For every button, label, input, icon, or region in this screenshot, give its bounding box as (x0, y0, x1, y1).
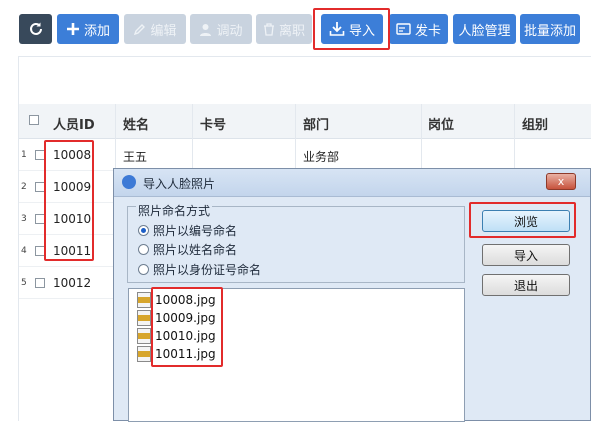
row-number: 3 (21, 214, 27, 224)
row-department: 业务部 (303, 150, 340, 164)
column-header-department[interactable]: 部门 (303, 114, 329, 133)
table-row[interactable]: 1 10008 王五 业务部 (19, 138, 591, 171)
edit-button-label: 编辑 (150, 23, 177, 39)
face-management-button[interactable]: 人脸管理 (453, 14, 516, 44)
batch-add-button-label: 批量添加 (523, 23, 576, 39)
jpg-file-icon (137, 346, 151, 362)
radio-label: 照片以编号命名 (153, 224, 238, 238)
radio-name-by-name[interactable]: 照片以姓名命名 (138, 241, 237, 258)
column-header-name[interactable]: 姓名 (123, 114, 149, 133)
toolbar: 添加 编辑 调动 离职 导入 发卡 人脸管理 批量添加 (0, 0, 591, 56)
browse-button-highlight (469, 202, 576, 238)
transfer-button[interactable]: 调动 (190, 14, 252, 44)
row-number: 5 (21, 278, 27, 288)
id-column-highlight (44, 140, 94, 261)
radio-dot (138, 244, 149, 255)
user-icon (199, 23, 212, 36)
row-checkbox[interactable] (35, 278, 45, 288)
plus-icon (66, 22, 80, 36)
face-management-button-label: 人脸管理 (458, 23, 511, 39)
pencil-icon (133, 23, 146, 36)
radio-name-by-id[interactable]: 照片以编号命名 (138, 222, 237, 239)
card-icon (396, 23, 411, 35)
exit-button-label: 退出 (513, 278, 538, 293)
refresh-icon (28, 21, 44, 37)
exit-button[interactable]: 退出 (482, 274, 570, 296)
resign-button[interactable]: 离职 (256, 14, 312, 44)
issue-card-button-label: 发卡 (414, 23, 441, 39)
dialog-title: 导入人脸照片 (143, 177, 216, 191)
select-all-checkbox[interactable] (29, 115, 39, 125)
jpg-file-icon (137, 328, 151, 344)
jpg-file-icon (137, 310, 151, 326)
radio-label: 照片以姓名命名 (153, 243, 238, 257)
column-header-id[interactable]: 人员ID (53, 114, 95, 133)
naming-method-label: 照片命名方式 (136, 202, 213, 219)
trash-icon (263, 22, 275, 36)
import-button-highlight (313, 8, 390, 50)
add-button-label: 添加 (83, 23, 110, 39)
add-button[interactable]: 添加 (57, 14, 119, 44)
radio-dot (138, 264, 149, 275)
transfer-button-label: 调动 (216, 23, 243, 39)
radio-label: 照片以身份证号命名 (153, 263, 262, 277)
table-header: 人员ID 姓名 卡号 部门 岗位 组别 (19, 104, 591, 139)
dialog-import-button[interactable]: 导入 (482, 244, 570, 266)
column-header-card[interactable]: 卡号 (200, 114, 226, 133)
radio-name-by-idcard[interactable]: 照片以身份证号命名 (138, 261, 261, 278)
close-icon: x (557, 175, 565, 188)
row-number: 2 (21, 182, 27, 192)
app-icon (122, 175, 136, 189)
dialog-import-button-label: 导入 (513, 248, 538, 263)
row-number: 4 (21, 246, 27, 256)
row-id: 10012 (53, 276, 92, 290)
row-number: 1 (21, 150, 27, 160)
dialog-titlebar[interactable]: 导入人脸照片 x (114, 169, 590, 197)
refresh-button[interactable] (19, 14, 52, 44)
column-header-position[interactable]: 岗位 (428, 114, 454, 133)
resign-button-label: 离职 (278, 23, 305, 39)
file-list-highlight (151, 287, 223, 367)
column-header-group[interactable]: 组别 (522, 114, 548, 133)
row-name: 王五 (123, 150, 148, 164)
close-button[interactable]: x (546, 173, 576, 190)
jpg-file-icon (137, 292, 151, 308)
edit-button[interactable]: 编辑 (124, 14, 186, 44)
issue-card-button[interactable]: 发卡 (389, 14, 448, 44)
batch-add-button[interactable]: 批量添加 (520, 14, 580, 44)
radio-dot (138, 225, 149, 236)
filter-panel (18, 56, 591, 105)
